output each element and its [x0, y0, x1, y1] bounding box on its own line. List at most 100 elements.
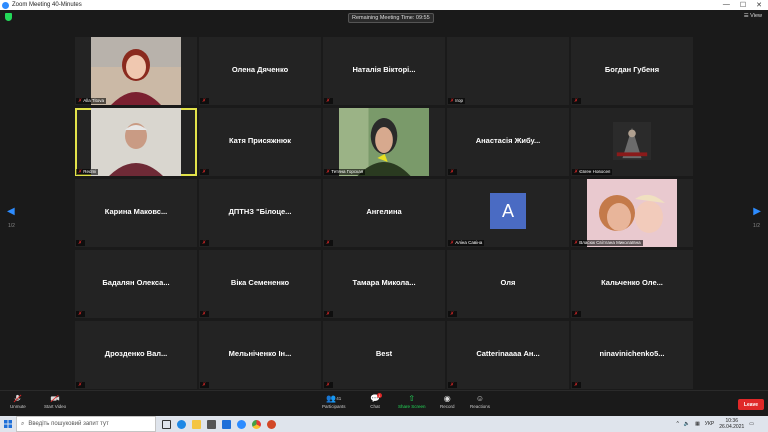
- mic-muted-icon: ✗: [574, 98, 579, 104]
- zoom-logo-icon: [2, 1, 9, 9]
- participants-button[interactable]: 👥 41 Participants: [322, 394, 346, 409]
- participant-tile[interactable]: Олена Дяченко ✗: [199, 37, 321, 105]
- clock-date: 26.04.2021: [719, 424, 745, 430]
- participant-name: ДПТНЗ "Білоце...: [228, 207, 292, 216]
- participant-tile[interactable]: A ✗ Аліна Савіна: [447, 179, 569, 247]
- participant-video: [91, 108, 181, 176]
- task-view-icon[interactable]: [162, 419, 171, 429]
- language-indicator[interactable]: УКР: [705, 421, 714, 427]
- mic-muted-icon: ✗: [450, 169, 455, 175]
- mic-muted-icon: ✗: [78, 382, 83, 388]
- encryption-shield-icon[interactable]: [5, 13, 12, 21]
- participant-tile[interactable]: Мельніченко Ін... ✗: [199, 321, 321, 389]
- file-explorer-icon[interactable]: [192, 419, 201, 429]
- participant-tile[interactable]: Кальченко Оле... ✗: [571, 250, 693, 318]
- participant-label-text: Alla Titova: [83, 98, 104, 103]
- mic-muted-icon: ✗: [450, 240, 455, 246]
- participant-label-text: Аліна Савіна: [455, 240, 483, 245]
- participant-tile[interactable]: ✗ Ігор: [447, 37, 569, 105]
- participant-name: Дрозденко Вал...: [104, 349, 168, 358]
- meeting-toolbar: Unmute Start Video 👥 41 Participants 💬 1 C…: [0, 390, 768, 416]
- next-page-arrow-icon[interactable]: ▶: [753, 206, 761, 217]
- search-icon: ⌕: [21, 420, 25, 427]
- participant-tile[interactable]: Катя Присяжнюк ✗: [199, 108, 321, 176]
- participant-tile[interactable]: Catterinaaaa Ан... ✗: [447, 321, 569, 389]
- participant-name: Catterinaaaa Ан...: [476, 349, 540, 358]
- participant-tile[interactable]: ✗ Alla Titova: [75, 37, 197, 105]
- participant-label: ✗: [572, 98, 582, 104]
- participant-tile[interactable]: Анастасія Жибу... ✗: [447, 108, 569, 176]
- minimize-button[interactable]: —: [723, 1, 730, 9]
- mic-muted-icon: ✗: [202, 240, 207, 246]
- leave-button[interactable]: Leave: [738, 399, 764, 410]
- participant-tile[interactable]: Дрозденко Вал... ✗: [75, 321, 197, 389]
- reactions-button[interactable]: ☺ Reactions: [470, 394, 490, 409]
- start-video-button[interactable]: Start Video: [44, 394, 66, 409]
- participant-tile[interactable]: Карина Маковс... ✗: [75, 179, 197, 247]
- record-label: Record: [440, 404, 455, 409]
- zoom-taskbar-icon[interactable]: [237, 419, 246, 429]
- notifications-icon[interactable]: ▭: [749, 421, 754, 427]
- mail-icon[interactable]: [222, 419, 231, 429]
- reactions-label: Reactions: [470, 404, 491, 409]
- participant-name: Best: [375, 349, 393, 358]
- share-screen-button[interactable]: ⇧ Share Screen: [398, 394, 426, 409]
- participant-label: ✗: [76, 382, 86, 388]
- participant-tile[interactable]: ДПТНЗ "Білоце... ✗: [199, 179, 321, 247]
- participant-label: ✗ Аліна Савіна: [448, 240, 485, 246]
- participant-label: ✗ Тетяна Горская: [324, 169, 366, 175]
- participant-label: ✗ Redmi: [76, 169, 99, 175]
- store-icon[interactable]: [207, 419, 216, 429]
- record-button[interactable]: ◉ Record: [440, 394, 455, 409]
- participant-label: ✗: [448, 311, 458, 317]
- participant-tile[interactable]: Віка Семененко ✗: [199, 250, 321, 318]
- participant-tile[interactable]: Тамара Микола... ✗: [323, 250, 445, 318]
- previous-page-arrow-icon[interactable]: ◀: [7, 206, 15, 217]
- participant-tile[interactable]: Бадалян Олекса... ✗: [75, 250, 197, 318]
- tray-chevron-icon[interactable]: ^: [676, 421, 678, 427]
- taskbar-search-input[interactable]: ⌕ Введіть пошуковий запит тут: [16, 416, 156, 432]
- view-button[interactable]: ☰ View: [744, 13, 762, 19]
- participant-label: ✗: [572, 311, 582, 317]
- unmute-button[interactable]: Unmute: [10, 394, 26, 409]
- microphone-muted-icon: [13, 394, 23, 403]
- participant-name: Оля: [500, 278, 516, 287]
- participant-tile[interactable]: Best ✗: [323, 321, 445, 389]
- powerpoint-icon[interactable]: [267, 419, 276, 429]
- participant-tile[interactable]: ✗ Тетяна Горская: [323, 108, 445, 176]
- mic-muted-icon: ✗: [78, 311, 83, 317]
- search-placeholder: Введіть пошуковий запит тут: [28, 421, 109, 427]
- participant-tile[interactable]: Наталія Вікторі... ✗: [323, 37, 445, 105]
- clock[interactable]: 10:36 26.04.2021: [719, 418, 744, 430]
- participants-count: 41: [336, 396, 342, 401]
- participant-tile[interactable]: ninavinichenko5... ✗: [571, 321, 693, 389]
- participant-tile[interactable]: Ангелина ✗: [323, 179, 445, 247]
- windows-start-icon[interactable]: [0, 416, 16, 432]
- participant-label: ✗ Власюк Світлана Миколаївна: [572, 240, 643, 246]
- participant-label: ✗: [200, 240, 210, 246]
- mic-muted-icon: ✗: [574, 311, 579, 317]
- volume-icon[interactable]: 🔈: [684, 421, 690, 427]
- chrome-icon[interactable]: [252, 419, 261, 429]
- window-title: Zoom Meeting 40-Minutes: [12, 2, 82, 8]
- participant-tile[interactable]: ✗ Власюк Світлана Миколаївна: [571, 179, 693, 247]
- mic-muted-icon: ✗: [202, 98, 207, 104]
- windows-taskbar: ⌕ Введіть пошуковий запит тут ^ 🔈 ▦ УКР …: [0, 416, 768, 432]
- participant-tile[interactable]: ✗ Redmi: [75, 108, 197, 176]
- participant-avatar: A: [490, 193, 526, 229]
- network-icon[interactable]: ▦: [695, 421, 700, 427]
- mic-muted-icon: ✗: [326, 382, 331, 388]
- participant-name: Наталія Вікторі...: [352, 65, 416, 74]
- participant-tile[interactable]: Богдан Губеня ✗: [571, 37, 693, 105]
- close-button[interactable]: ✕: [756, 1, 762, 9]
- participant-name: Карина Маковс...: [104, 207, 168, 216]
- chat-button[interactable]: 💬 1 Chat: [370, 393, 382, 409]
- meeting-area: Remaining Meeting Time: 09:55 ☰ View ◀ 1…: [0, 10, 768, 390]
- participants-icon: 👥 41: [326, 394, 342, 403]
- participant-tile[interactable]: ✗ Євген Новосел: [571, 108, 693, 176]
- participant-name: Тамара Микола...: [352, 278, 416, 287]
- maximize-button[interactable]: ☐: [740, 1, 746, 9]
- edge-browser-icon[interactable]: [177, 419, 186, 429]
- participant-video: [91, 37, 181, 105]
- participant-tile[interactable]: Оля ✗: [447, 250, 569, 318]
